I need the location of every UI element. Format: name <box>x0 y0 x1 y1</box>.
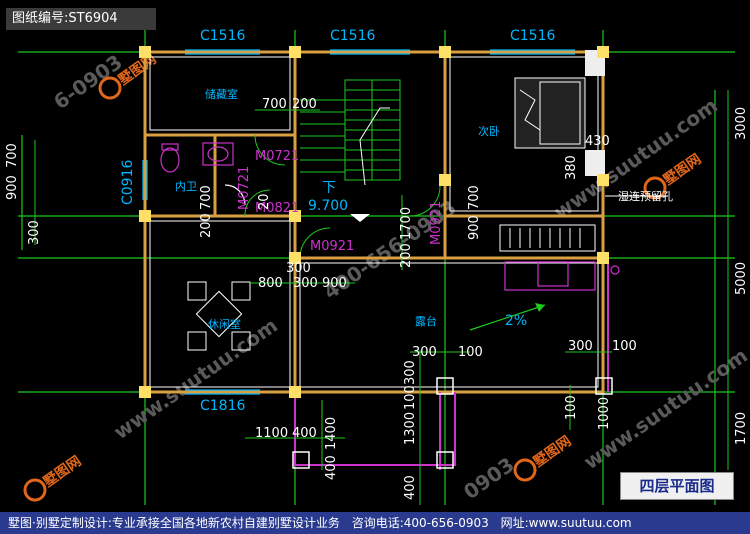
window-label-c1516-1: C1516 <box>200 28 245 44</box>
dimension-label: 900 <box>5 175 20 200</box>
dimension-label: 300 <box>568 339 593 354</box>
dimension-label: 300 <box>293 276 318 291</box>
dimension-label: 900 <box>322 276 347 291</box>
dimension-label: 400 <box>324 455 339 480</box>
floor-plan-drawing: 6-0903 www.suutuu.com 400-656-0903 www.s… <box>5 28 750 505</box>
dimension-label: 100 <box>612 339 637 354</box>
footer-phone: 咨询电话:400-656-0903 <box>351 516 489 530</box>
dimension-label: 200 <box>199 213 214 238</box>
wardrobe-icon <box>499 224 596 252</box>
footer-site[interactable]: 网址:www.suutuu.com <box>501 516 632 530</box>
logo-text-4: 墅图网 <box>660 150 704 188</box>
door-label-m0721-1: M0721 <box>255 149 299 164</box>
stair-labels: 下 9.700 2% <box>308 180 527 329</box>
dimension-label: 100 <box>403 385 418 410</box>
logo-text-3: 墅图网 <box>530 432 574 470</box>
dimension-label: 100 <box>458 345 483 360</box>
toilet-icon <box>160 147 180 173</box>
stair-direction-label: 下 <box>322 180 336 196</box>
dimension-label: 700 <box>5 143 20 168</box>
door-label-m0921-2: M0921 <box>429 201 444 245</box>
floor-plan-sheet: 6-0903 www.suutuu.com 400-656-0903 www.s… <box>0 0 750 534</box>
dimension-label: 700 <box>262 97 287 112</box>
dimension-label: 300 <box>412 345 437 360</box>
slope-label: 2% <box>505 313 527 329</box>
dimension-label: 400 <box>403 475 418 500</box>
dimension-label: 300 <box>27 220 42 245</box>
dimension-label: 800 <box>258 276 283 291</box>
dimension-label: 200 <box>399 243 414 268</box>
dimension-label: 380 <box>564 155 579 180</box>
door-label-m0721-2: M0721 <box>237 166 252 210</box>
footer-bar: 墅图·别墅定制设计:专业承接全国各地新农村自建别墅设计业务 咨询电话:400-6… <box>0 512 750 534</box>
room-label-leisure: 休闲室 <box>208 317 241 331</box>
watermark-url-1: www.suutuu.com <box>109 313 282 444</box>
dimension-label: 300 <box>286 261 311 276</box>
dimension-label: 1000 <box>597 397 612 430</box>
dimension-label: 3000 <box>734 107 749 140</box>
stair-elevation-label: 9.700 <box>308 198 348 214</box>
dimension-label: 1100 <box>255 426 288 441</box>
floor-plan-title: 四层平面图 <box>620 472 734 500</box>
watermark-phone-3: 0903 <box>459 453 518 505</box>
dimension-label: 700 <box>199 185 214 210</box>
room-label-bath: 内卫 <box>175 179 197 193</box>
dimension-label: 900 <box>467 215 482 240</box>
dimension-label: 100 <box>564 395 579 420</box>
dimension-label: 1700 <box>399 207 414 240</box>
window-label-c1816: C1816 <box>200 398 245 414</box>
dimension-label: 200 <box>292 97 317 112</box>
dimension-label: 1400 <box>324 417 339 450</box>
dimension-label: 20 <box>257 193 272 210</box>
door-label-m0921-1: M0921 <box>310 239 354 254</box>
dimension-label: 400 <box>292 426 317 441</box>
dimension-label: 1700 <box>734 412 749 445</box>
window-label-c0916: C0916 <box>120 160 136 205</box>
window-label-c1516-2: C1516 <box>330 28 375 44</box>
room-label-storage: 储藏室 <box>205 87 238 101</box>
dimension-label: 1300 <box>403 412 418 445</box>
bed-icon <box>514 50 605 176</box>
logo-icon: 墅图网 <box>513 432 574 482</box>
drawing-number-label: 图纸编号:ST6904 <box>6 8 156 30</box>
dimension-label: 300 <box>403 360 418 385</box>
elevation-marker-icon <box>350 214 370 222</box>
logo-text-2: 墅图网 <box>40 452 84 490</box>
dimension-label: 5000 <box>734 262 749 295</box>
staircase <box>300 79 401 181</box>
dimension-label: 700 <box>467 185 482 210</box>
watermark-phone-1: 6-0903 <box>49 50 127 114</box>
window-label-c1516-3: C1516 <box>510 28 555 44</box>
dimension-label: 430 <box>585 134 610 149</box>
footer-company: 墅图·别墅定制设计:专业承接全国各地新农村自建别墅设计业务 <box>8 516 340 530</box>
room-label-terrace: 露台 <box>415 314 437 328</box>
logo-icon: 墅图网 <box>23 452 84 502</box>
room-label-bedroom: 次卧 <box>478 124 500 138</box>
